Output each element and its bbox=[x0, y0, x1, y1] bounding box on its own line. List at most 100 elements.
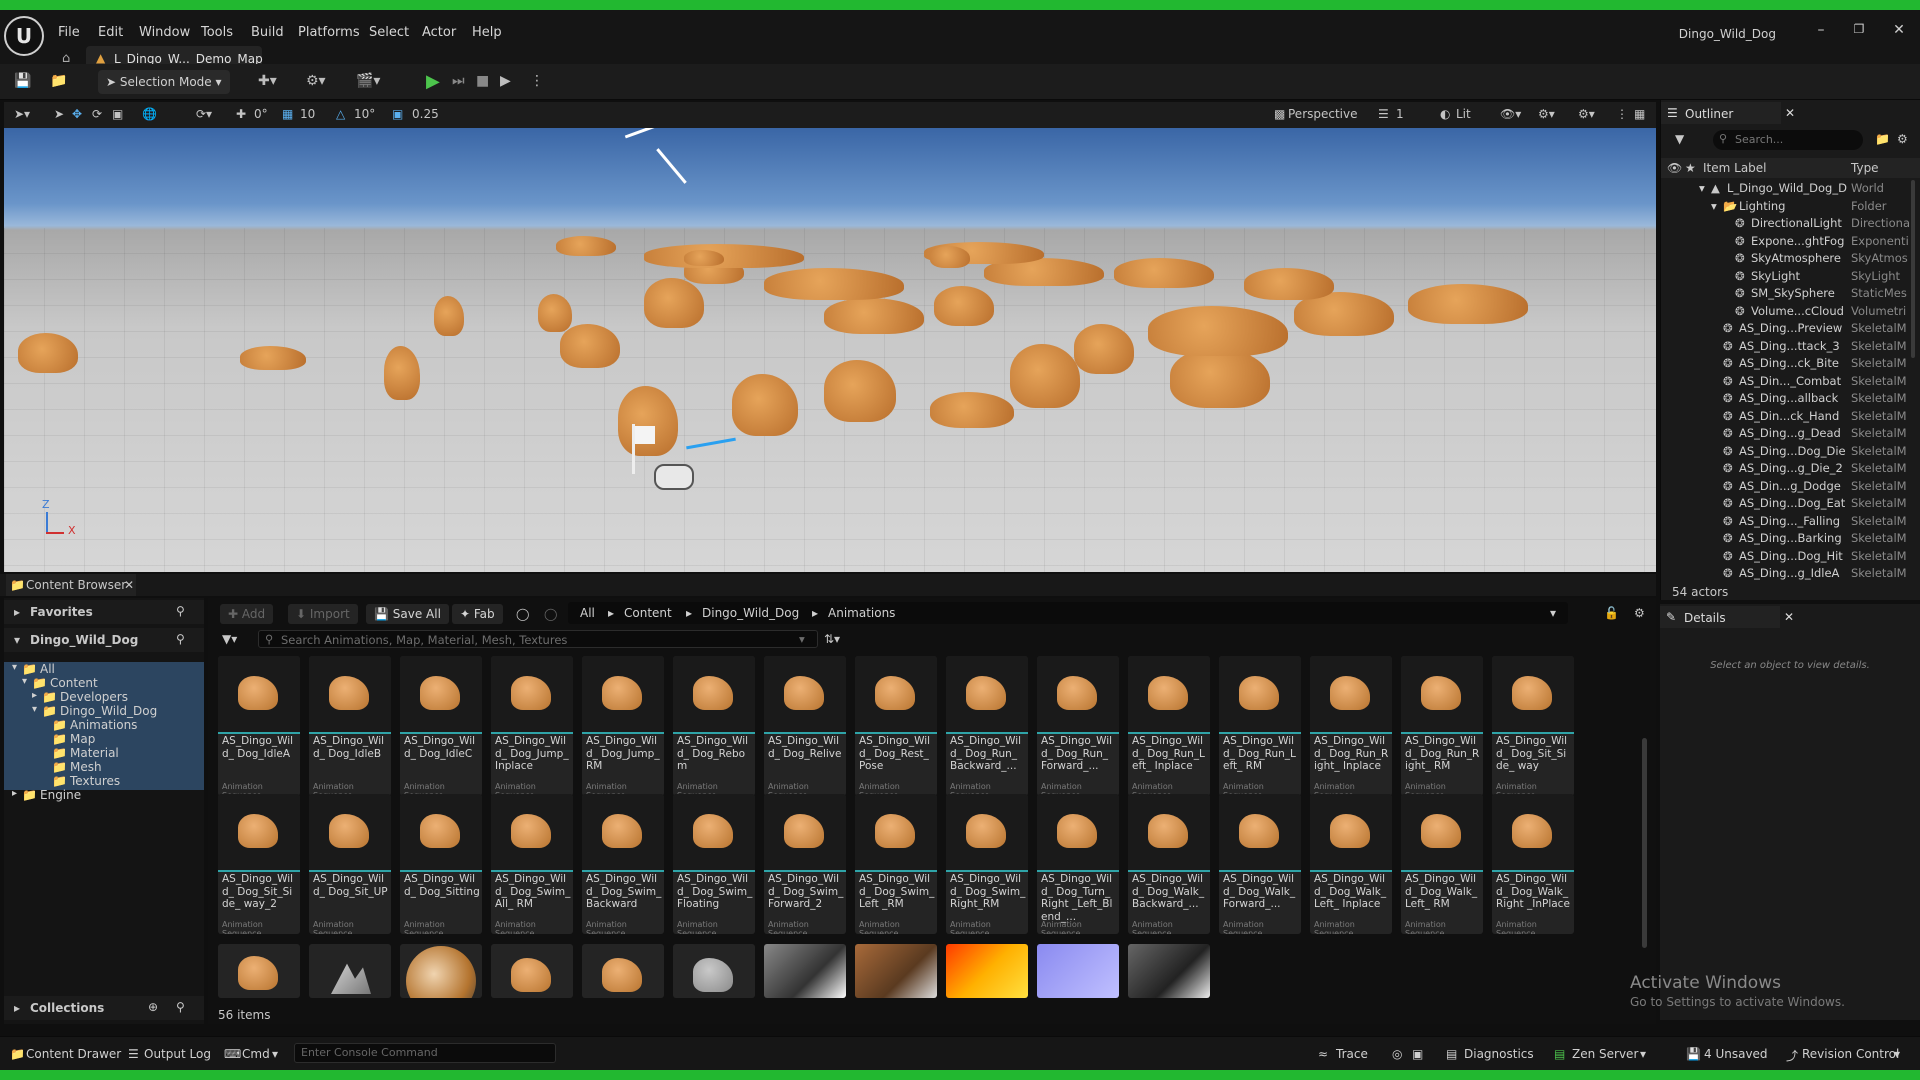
col-item-label[interactable]: Item Label bbox=[1703, 161, 1767, 175]
browse-icon[interactable]: 📁 bbox=[50, 73, 67, 89]
outliner-row[interactable]: ❂ AS_Ding...Dog_Eat SkeletalM bbox=[1661, 495, 1920, 513]
history-forward-icon[interactable]: ◯ bbox=[544, 607, 557, 621]
revision-chevron-icon[interactable]: ▾ bbox=[1894, 1047, 1900, 1061]
root-search-icon[interactable]: ⚲ bbox=[176, 632, 185, 646]
asset-tile[interactable]: AS_Dingo_Wild_ Dog_Walk_Left_ Inplace Ani… bbox=[1310, 794, 1392, 934]
favorites-header[interactable]: ▸ Favorites ⚲ bbox=[4, 600, 204, 624]
texture-tile[interactable] bbox=[946, 944, 1028, 998]
dingo-actor[interactable] bbox=[764, 268, 904, 300]
asset-tile[interactable]: AS_Dingo_Wild_ Dog_Run_Right_ RM Animatio… bbox=[1401, 656, 1483, 796]
grid-snap-value[interactable]: 10 bbox=[300, 107, 315, 121]
chevron-down-icon[interactable]: ▾ bbox=[1711, 199, 1717, 213]
dingo-actor[interactable] bbox=[930, 392, 1014, 428]
asset-tile[interactable]: AS_Dingo_Wild_ Dog_ReliveAnimation Seque… bbox=[764, 656, 846, 796]
menu-select[interactable]: Select bbox=[369, 25, 409, 40]
save-icon[interactable]: 💾 bbox=[14, 73, 31, 89]
asset-tile[interactable]: AS_Dingo_Wild_ Dog_RebomAnimation Sequen… bbox=[673, 656, 755, 796]
asset-tile[interactable] bbox=[673, 944, 755, 998]
player-start-flag-icon[interactable] bbox=[632, 424, 656, 474]
asset-tile[interactable]: AS_Dingo_Wild_ Dog_Walk_Right _InPlace An… bbox=[1492, 794, 1574, 934]
menu-help[interactable]: Help bbox=[472, 25, 502, 40]
close-details-icon[interactable]: ✕ bbox=[1784, 610, 1794, 624]
asset-tile[interactable]: AS_Dingo_Wild_ Dog_Swim_Left _RM Animatio… bbox=[855, 794, 937, 934]
diagnostics-button[interactable]: Diagnostics bbox=[1464, 1047, 1534, 1061]
blueprint-icon[interactable]: ⚙▾ bbox=[306, 73, 326, 89]
surface-snap-icon[interactable]: ⟳▾ bbox=[196, 107, 212, 121]
dingo-actor[interactable] bbox=[560, 324, 620, 368]
chevron-down-icon[interactable]: ▾ bbox=[12, 662, 17, 673]
dingo-actor[interactable] bbox=[1408, 284, 1528, 324]
outliner-row[interactable]: ❂ AS_Din...g_Dodge SkeletalM bbox=[1661, 478, 1920, 496]
zen-chevron-icon[interactable]: ▾ bbox=[1640, 1047, 1646, 1061]
outliner-row[interactable]: ❂ Volume...cCloud Volumetri bbox=[1661, 303, 1920, 321]
scale-tool-icon[interactable]: ▣ bbox=[112, 107, 123, 121]
content-drawer-button[interactable]: Content Drawer bbox=[26, 1047, 121, 1061]
output-log-button[interactable]: Output Log bbox=[144, 1047, 211, 1061]
outliner-row[interactable]: ❂ SkyAtmosphere SkyAtmos bbox=[1661, 250, 1920, 268]
asset-tile[interactable]: AS_Dingo_Wild_ Dog_Turn_Right _Left_Blen… bbox=[1037, 794, 1119, 934]
content-browser-tab[interactable]: 📁 Content Browser ✕ bbox=[6, 574, 136, 596]
dingo-actor[interactable] bbox=[240, 346, 306, 370]
breadcrumb-dingo[interactable]: Dingo_Wild_Dog bbox=[702, 606, 799, 620]
stop-icon[interactable]: ■ bbox=[476, 73, 489, 89]
asset-tile[interactable]: AS_Dingo_Wild_ Dog_Run_ Backward_... Anim… bbox=[946, 656, 1028, 796]
minimize-button[interactable]: – bbox=[1804, 22, 1838, 38]
dingo-actor[interactable] bbox=[18, 333, 78, 373]
asset-tile[interactable]: AS_Dingo_Wild_ Dog_Rest_PoseAnimation Se… bbox=[855, 656, 937, 796]
add-button[interactable]: ✚ Add bbox=[220, 604, 274, 624]
breadcrumb-animations[interactable]: Animations bbox=[828, 606, 895, 620]
outliner-row[interactable]: ❂ AS_Ding...allback SkeletalM bbox=[1661, 390, 1920, 408]
path-dropdown-icon[interactable]: ▾ bbox=[1550, 606, 1556, 620]
outliner-row[interactable]: ▾ 📂 Lighting Folder bbox=[1661, 198, 1920, 216]
chevron-right-icon[interactable]: ▸ bbox=[12, 788, 17, 799]
outliner-search-input[interactable]: ⚲ Search... bbox=[1713, 130, 1863, 150]
outliner-row[interactable]: ❂ AS_Ding...Barking SkeletalM bbox=[1661, 530, 1920, 548]
asset-tile[interactable]: AS_Dingo_Wild_ Dog_Jump_ Inplace Animatio… bbox=[491, 656, 573, 796]
favorites-search-icon[interactable]: ⚲ bbox=[176, 604, 185, 618]
menu-edit[interactable]: Edit bbox=[98, 25, 123, 40]
menu-platforms[interactable]: Platforms bbox=[298, 25, 360, 40]
outliner-row[interactable]: ❂ AS_Ding...Dog_Hit SkeletalM bbox=[1661, 548, 1920, 566]
asset-tile[interactable]: AS_Dingo_Wild_ Dog_IdleAAnimation Sequen… bbox=[218, 656, 300, 796]
rotate-tool-icon[interactable]: ⟳ bbox=[92, 107, 102, 121]
more-options-icon[interactable]: ⋮ bbox=[530, 73, 544, 89]
dingo-actor[interactable] bbox=[1074, 324, 1134, 374]
close-content-browser-icon[interactable]: ✕ bbox=[124, 578, 134, 592]
asset-tile[interactable] bbox=[491, 944, 573, 998]
angle-snap-value[interactable]: 10° bbox=[354, 107, 375, 121]
dingo-actor[interactable] bbox=[930, 246, 970, 268]
asset-tile[interactable]: AS_Dingo_Wild_ Dog_Sit_Side_ way_2 Animat… bbox=[218, 794, 300, 934]
asset-tile[interactable]: AS_Dingo_Wild_ Dog_Run_Left_ Inplace Anim… bbox=[1128, 656, 1210, 796]
sort-icon[interactable]: ⇅▾ bbox=[824, 632, 840, 646]
menu-build[interactable]: Build bbox=[251, 25, 284, 40]
light-gizmo[interactable] bbox=[620, 128, 670, 146]
screenshot-icon[interactable]: ▣ bbox=[1412, 1047, 1423, 1061]
outliner-tab[interactable]: ☰ Outliner ✕ bbox=[1661, 102, 1795, 124]
close-outliner-icon[interactable]: ✕ bbox=[1785, 106, 1795, 120]
asset-tile[interactable]: AS_Dingo_Wild_ Dog_Sit_Side_ way Animatio… bbox=[1492, 656, 1574, 796]
asset-tile[interactable]: AS_Dingo_Wild_ Dog_Jump_RMAnimation Sequ… bbox=[582, 656, 664, 796]
history-back-icon[interactable]: ◯ bbox=[516, 607, 529, 621]
outliner-scrollbar[interactable] bbox=[1911, 180, 1915, 358]
dingo-actor[interactable] bbox=[644, 244, 804, 268]
lit-dropdown[interactable]: Lit bbox=[1456, 107, 1471, 121]
layers-dropdown[interactable]: 1 bbox=[1396, 107, 1404, 121]
select-tool-icon[interactable]: ➤ bbox=[54, 107, 64, 121]
asset-tile[interactable]: AS_Dingo_Wild_ Dog_IdleCAnimation Sequen… bbox=[400, 656, 482, 796]
outliner-row[interactable]: ❂ AS_Ding...g_IdleA SkeletalM bbox=[1661, 565, 1920, 583]
asset-search-input[interactable]: ⚲ Search Animations, Map, Material, Mesh… bbox=[258, 630, 818, 648]
dingo-actor[interactable] bbox=[556, 236, 616, 256]
outliner-row[interactable]: ❂ AS_Ding...ttack_3 SkeletalM bbox=[1661, 338, 1920, 356]
outliner-row[interactable]: ❂ AS_Ding...Dog_Die SkeletalM bbox=[1661, 443, 1920, 461]
cb-settings-icon[interactable]: ⚙ bbox=[1634, 606, 1645, 620]
menu-window[interactable]: Window bbox=[139, 25, 190, 40]
outliner-row[interactable]: ❂ AS_Din...ck_Hand SkeletalM bbox=[1661, 408, 1920, 426]
add-collection-icon[interactable]: ⊕ bbox=[148, 1000, 158, 1014]
outliner-row[interactable]: ❂ AS_Ding...g_Die_2 SkeletalM bbox=[1661, 460, 1920, 478]
chevron-down-icon[interactable]: ▾ bbox=[32, 704, 37, 715]
rotation-snap-value[interactable]: 0° bbox=[254, 107, 268, 121]
asset-tile[interactable]: AS_Dingo_Wild_ Dog_IdleBAnimation Sequen… bbox=[309, 656, 391, 796]
level-viewport[interactable]: Z X bbox=[4, 128, 1656, 572]
dingo-actor[interactable] bbox=[684, 250, 724, 266]
asset-tile[interactable]: AS_Dingo_Wild_ Dog_Walk_ Backward_... Ani… bbox=[1128, 794, 1210, 934]
